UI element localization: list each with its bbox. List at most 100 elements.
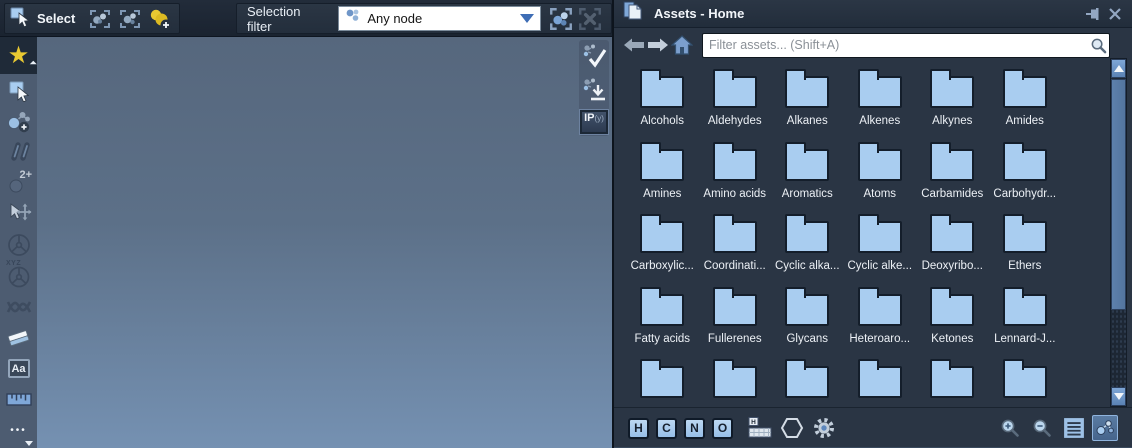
asset-folder[interactable]: Cyclic alka... xyxy=(771,209,844,282)
element-button[interactable]: H xyxy=(628,418,649,439)
element-button[interactable]: O xyxy=(712,418,733,439)
translate-xyz-tool-button[interactable]: XYZ xyxy=(0,260,37,291)
bonds-tool-button[interactable] xyxy=(0,136,37,167)
asset-folder[interactable] xyxy=(771,354,844,407)
ring-fragment-button[interactable] xyxy=(778,414,806,442)
asset-folder[interactable]: Carboxylic... xyxy=(626,209,699,282)
asset-folder[interactable]: Fullerenes xyxy=(699,282,772,355)
folder-icon xyxy=(1003,76,1047,108)
scrollbar-thumb[interactable] xyxy=(1111,79,1126,310)
asset-folder[interactable]: Glycans xyxy=(771,282,844,355)
filter-assets-input[interactable] xyxy=(703,38,1087,52)
move-cursor-icon xyxy=(6,202,32,226)
asset-folder[interactable] xyxy=(699,354,772,407)
scroll-down-button[interactable] xyxy=(1111,387,1126,406)
ip-typer-button[interactable]: IP(y) xyxy=(580,110,608,134)
close-icon xyxy=(1108,7,1122,21)
assets-pages-icon xyxy=(622,0,644,27)
twist-tool-button[interactable] xyxy=(0,291,37,322)
folder-icon xyxy=(858,366,902,398)
zoom-in-icon xyxy=(1000,418,1020,438)
zoom-in-button[interactable] xyxy=(996,414,1024,442)
select-atoms-mode-button[interactable] xyxy=(85,5,115,32)
scroll-up-button[interactable] xyxy=(1111,59,1126,78)
viewport-canvas[interactable]: IP(y) xyxy=(37,37,612,448)
erase-tool-button[interactable] xyxy=(0,322,37,353)
folder-label: Carbohydr... xyxy=(993,188,1056,200)
selection-filter-dropdown[interactable]: Any node xyxy=(338,6,540,31)
rotate-tool-button[interactable] xyxy=(0,229,37,260)
back-button[interactable] xyxy=(622,33,646,57)
asset-folder[interactable]: Atoms xyxy=(844,137,917,210)
asset-folder[interactable]: Alcohols xyxy=(626,64,699,137)
assets-scrollbar[interactable] xyxy=(1110,58,1127,407)
folder-icon xyxy=(858,149,902,181)
folder-label: Fullerenes xyxy=(708,333,762,345)
asset-folder[interactable]: Deoxyribo... xyxy=(916,209,989,282)
assets-bottom-bar: H C N O H xyxy=(614,407,1132,448)
folder-label: Fatty acids xyxy=(634,333,690,345)
selection-filter-label: Selection filter xyxy=(247,4,326,34)
triangle-down-icon xyxy=(1114,393,1124,400)
element-button[interactable]: C xyxy=(656,418,677,439)
asset-folder[interactable]: Cyclic alke... xyxy=(844,209,917,282)
close-panel-button[interactable] xyxy=(1106,5,1124,23)
select-all-button[interactable] xyxy=(547,5,576,32)
asset-folder[interactable]: Aldehydes xyxy=(699,64,772,137)
zoom-out-button[interactable] xyxy=(1028,414,1056,442)
asset-folder[interactable]: Fatty acids xyxy=(626,282,699,355)
asset-folder[interactable]: Amides xyxy=(989,64,1062,137)
select-groups-mode-button[interactable] xyxy=(115,5,145,32)
asset-folder[interactable]: Carbohydr... xyxy=(989,137,1062,210)
list-view-button[interactable] xyxy=(1060,414,1088,442)
periodic-table-button[interactable]: H xyxy=(746,414,774,442)
folder-label: Ethers xyxy=(1008,260,1041,272)
import-selection-button[interactable] xyxy=(580,76,608,104)
text-label-tool-button[interactable]: Aa xyxy=(0,353,37,384)
add-atoms-tool-button[interactable] xyxy=(0,105,37,136)
pin-panel-button[interactable] xyxy=(1084,5,1102,23)
icon-view-button[interactable] xyxy=(1092,415,1118,441)
assets-nav-bar xyxy=(614,28,1132,62)
viewport-mini-toolbar: IP(y) xyxy=(579,40,609,136)
measure-tool-button[interactable] xyxy=(0,384,37,415)
asset-folder[interactable]: Heteroaro... xyxy=(844,282,917,355)
tools-sidebar: ★ 2+ xyxy=(0,37,37,448)
asset-folder[interactable]: Carbamides xyxy=(916,137,989,210)
asset-folder[interactable]: Amino acids xyxy=(699,137,772,210)
asset-folder[interactable]: Ethers xyxy=(989,209,1062,282)
settings-button[interactable] xyxy=(810,414,838,442)
element-button[interactable]: N xyxy=(684,418,705,439)
asset-folder[interactable]: Amines xyxy=(626,137,699,210)
apply-selection-button[interactable] xyxy=(580,42,608,70)
asset-folder[interactable]: Alkenes xyxy=(844,64,917,137)
add-selection-button[interactable] xyxy=(145,5,175,32)
folder-icon xyxy=(858,294,902,326)
asset-folder[interactable]: Lennard-J... xyxy=(989,282,1062,355)
sidebar-expand-arrow-icon[interactable] xyxy=(25,441,33,446)
asset-folder[interactable] xyxy=(916,354,989,407)
bonds-icon xyxy=(7,141,31,163)
select-tool-button[interactable] xyxy=(0,74,37,105)
ellipsis-icon: ••• xyxy=(10,425,27,436)
hexagon-icon xyxy=(780,417,804,439)
asset-folder[interactable]: Alkanes xyxy=(771,64,844,137)
triangle-up-icon xyxy=(1114,65,1124,72)
home-button[interactable] xyxy=(670,33,694,57)
asset-folder[interactable] xyxy=(844,354,917,407)
charge-tool-button[interactable]: 2+ xyxy=(0,167,37,198)
asset-folder[interactable]: Ketones xyxy=(916,282,989,355)
asset-folder[interactable]: Aromatics xyxy=(771,137,844,210)
move-tool-button[interactable] xyxy=(0,198,37,229)
folder-icon xyxy=(785,221,829,253)
clear-selection-button[interactable] xyxy=(576,5,605,32)
asset-folder[interactable] xyxy=(626,354,699,407)
zoom-out-icon xyxy=(1032,418,1052,438)
asset-folder[interactable]: Alkynes xyxy=(916,64,989,137)
select-cursor-icon xyxy=(9,5,31,32)
asset-folder[interactable] xyxy=(989,354,1062,407)
ruler-icon xyxy=(6,392,32,407)
favorites-button[interactable]: ★ xyxy=(0,37,37,74)
forward-button[interactable] xyxy=(646,33,670,57)
asset-folder[interactable]: Coordinati... xyxy=(699,209,772,282)
